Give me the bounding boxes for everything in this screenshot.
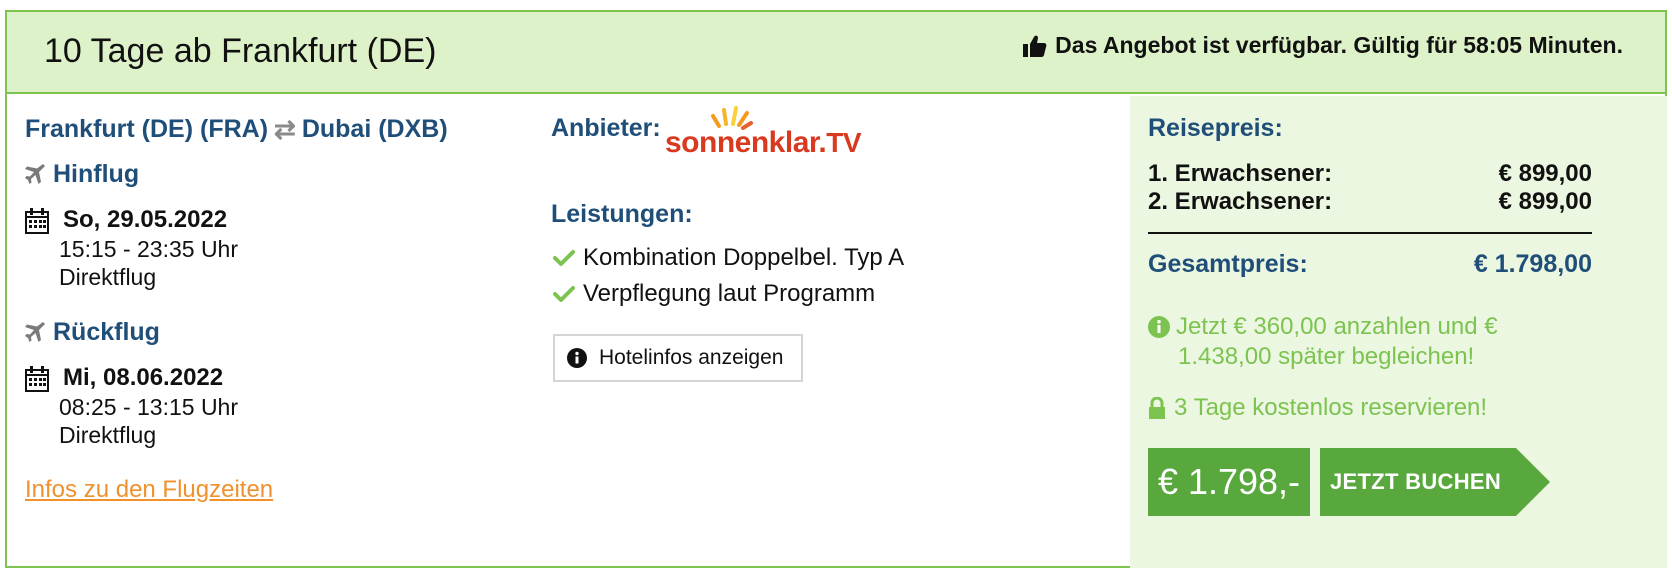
deposit-note: Jetzt € 360,00 anzahlen und € 1.438,00 s…	[1148, 312, 1568, 372]
outbound-heading: Hinflug	[25, 160, 139, 189]
route: Frankfurt (DE) (FRA) ⇄ Dubai (DXB)	[25, 114, 448, 145]
service-item: Kombination Doppelbel. Typ A	[553, 244, 904, 272]
offer-card: 10 Tage ab Frankfurt (DE) Das Angebot is…	[5, 10, 1667, 568]
passenger-label: 1. Erwachsener:	[1148, 160, 1333, 187]
reserve-text: 3 Tage kostenlos reservieren!	[1174, 394, 1488, 421]
return-date: Mi, 08.06.2022	[63, 364, 224, 391]
total-price-row: Gesamtpreis: € 1.798,00	[1148, 250, 1592, 279]
return-type: Direktflug	[59, 422, 157, 448]
outbound-date-row: So, 29.05.2022	[25, 206, 227, 234]
provider-label: Anbieter:	[551, 114, 661, 142]
lock-icon	[1149, 397, 1165, 419]
logo-text-main: sonnenklar	[665, 126, 819, 159]
provider-logo: sonnenklar.TV	[665, 104, 865, 164]
route-origin: Frankfurt (DE) (FRA)	[25, 115, 269, 143]
plane-icon	[25, 321, 45, 342]
passenger-price: € 899,00	[1498, 188, 1592, 215]
check-icon	[553, 286, 575, 302]
return-date-row: Mi, 08.06.2022	[25, 364, 223, 392]
provider-logo-text: sonnenklar.TV	[665, 126, 862, 159]
info-icon	[1148, 316, 1170, 338]
reserve-note: 3 Tage kostenlos reservieren!	[1148, 394, 1487, 422]
availability-status: Das Angebot ist verfügbar. Gültig für 58…	[1023, 32, 1623, 59]
big-price: € 1.798,-	[1148, 448, 1310, 516]
route-destination: Dubai (DXB)	[301, 115, 448, 143]
outbound-time: 15:15 - 23:35 Uhr	[59, 236, 239, 262]
book-now-button[interactable]: JETZT BUCHEN	[1320, 448, 1550, 516]
services-label: Leistungen:	[551, 200, 693, 228]
info-icon	[567, 348, 587, 368]
service-text: Kombination Doppelbel. Typ A	[583, 244, 905, 271]
thumbs-up-icon	[1023, 35, 1047, 57]
passenger-price-row: 2. Erwachsener: € 899,00	[1148, 188, 1592, 216]
provider-details: Anbieter: sonnenklar.TV Leistungen: Komb…	[551, 96, 1127, 568]
deposit-text-line2: 1.438,00 später begleichen!	[1178, 343, 1475, 370]
total-price: € 1.798,00	[1473, 250, 1592, 278]
offer-header: 10 Tage ab Frankfurt (DE) Das Angebot is…	[7, 12, 1665, 94]
outbound-label: Hinflug	[53, 160, 140, 188]
outbound-type: Direktflug	[59, 264, 157, 290]
offer-title: 10 Tage ab Frankfurt (DE)	[44, 32, 437, 70]
pricing-panel: Reisepreis: 1. Erwachsener: € 899,00 2. …	[1130, 96, 1667, 568]
flight-times-info-link[interactable]: Infos zu den Flugzeiten	[25, 476, 273, 504]
plane-icon	[25, 163, 45, 184]
return-time: 08:25 - 13:15 Uhr	[59, 394, 239, 420]
price-divider	[1148, 232, 1592, 234]
book-now-label: JETZT BUCHEN	[1330, 469, 1502, 494]
passenger-price-row: 1. Erwachsener: € 899,00	[1148, 160, 1592, 188]
return-label: Rückflug	[53, 318, 160, 346]
logo-text-suffix: TV	[826, 127, 862, 158]
total-label: Gesamtpreis:	[1148, 250, 1308, 278]
passenger-price: € 899,00	[1498, 160, 1592, 187]
passenger-label: 2. Erwachsener:	[1148, 188, 1333, 215]
hotel-info-button[interactable]: Hotelinfos anzeigen	[553, 334, 803, 382]
price-label: Reisepreis:	[1148, 114, 1283, 142]
swap-arrows-icon: ⇄	[274, 114, 296, 144]
service-item: Verpflegung laut Programm	[553, 280, 875, 308]
outbound-date: So, 29.05.2022	[63, 206, 228, 233]
hotel-info-label: Hotelinfos anzeigen	[599, 346, 784, 369]
availability-text: Das Angebot ist verfügbar. Gültig für 58…	[1055, 32, 1623, 58]
check-icon	[553, 250, 575, 266]
flight-details: Frankfurt (DE) (FRA) ⇄ Dubai (DXB) Hinfl…	[7, 96, 567, 568]
calendar-icon	[25, 366, 49, 392]
service-text: Verpflegung laut Programm	[583, 280, 876, 307]
return-heading: Rückflug	[25, 318, 160, 347]
deposit-text-line1: Jetzt € 360,00 anzahlen und €	[1176, 313, 1498, 340]
calendar-icon	[25, 208, 49, 234]
